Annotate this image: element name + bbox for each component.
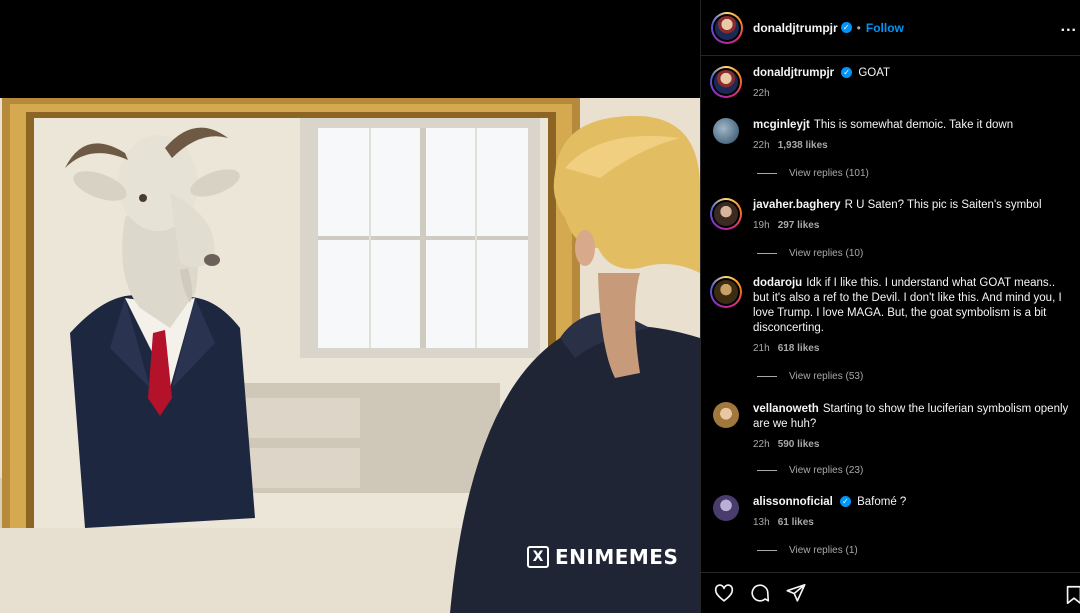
comment-time[interactable]: 21h bbox=[753, 343, 770, 354]
post-image-illustration bbox=[0, 98, 700, 613]
caption-text: GOAT bbox=[858, 67, 891, 79]
view-replies-button[interactable]: View replies (1) bbox=[757, 545, 858, 556]
verified-icon: ✓ bbox=[839, 496, 851, 508]
comment-text: Bafomé ? bbox=[857, 496, 907, 508]
follow-button[interactable]: Follow bbox=[866, 21, 904, 35]
comment-likes[interactable]: 61 likes bbox=[778, 517, 814, 528]
share-icon[interactable] bbox=[785, 582, 807, 604]
comment-username[interactable]: vellanoweth bbox=[753, 403, 819, 415]
verified-icon: ✓ bbox=[840, 22, 852, 33]
comment-time[interactable]: 19h bbox=[753, 220, 770, 231]
replies-line bbox=[757, 470, 777, 471]
comment-username[interactable]: alissonnoficial bbox=[753, 496, 833, 508]
view-replies-button[interactable]: View replies (101) bbox=[757, 168, 869, 179]
comment-icon[interactable] bbox=[749, 582, 771, 604]
author-username[interactable]: donaldjtrumpjr bbox=[753, 21, 838, 35]
replies-line bbox=[757, 253, 777, 254]
post-caption: donaldjtrumpjr ✓ GOAT 22h bbox=[710, 66, 1073, 101]
comments-list[interactable]: donaldjtrumpjr ✓ GOAT 22h mcginleyjt This … bbox=[701, 56, 1080, 572]
comment-likes[interactable]: 297 likes bbox=[778, 220, 820, 231]
comment-username[interactable]: javaher.baghery bbox=[753, 199, 841, 211]
comment-likes[interactable]: 1,938 likes bbox=[778, 140, 828, 151]
watermark: X ENIMEMES bbox=[527, 545, 678, 569]
comment-username[interactable]: mcginleyjt bbox=[753, 119, 810, 131]
x-logo-icon: X bbox=[527, 546, 549, 568]
view-replies-label: View replies (10) bbox=[789, 248, 864, 259]
commenter-avatar[interactable] bbox=[710, 276, 742, 308]
post-header: donaldjtrumpjr ✓ • Follow ... bbox=[701, 0, 1080, 56]
caption-username[interactable]: donaldjtrumpjr bbox=[753, 67, 834, 79]
commenter-avatar[interactable] bbox=[713, 402, 739, 428]
caption-author-avatar[interactable] bbox=[710, 66, 742, 98]
comment-item: alissonnoficial ✓ Bafomé ? 13h 61 likes bbox=[713, 495, 1073, 530]
commenter-avatar[interactable] bbox=[713, 118, 739, 144]
view-replies-label: View replies (53) bbox=[789, 371, 864, 382]
more-options-icon[interactable]: ... bbox=[1061, 18, 1077, 36]
comment-username[interactable]: dodaroju bbox=[753, 277, 802, 289]
heart-icon[interactable] bbox=[713, 582, 735, 604]
replies-line bbox=[757, 550, 777, 551]
view-replies-button[interactable]: View replies (10) bbox=[757, 248, 863, 259]
caption-time[interactable]: 22h bbox=[753, 88, 770, 99]
watermark-text: ENIMEMES bbox=[555, 545, 679, 569]
separator-dot: • bbox=[856, 20, 861, 35]
commenter-avatar[interactable] bbox=[710, 198, 742, 230]
author-avatar[interactable] bbox=[711, 11, 743, 44]
view-replies-label: View replies (1) bbox=[789, 545, 858, 556]
comment-text: This is somewhat demoic. Take it down bbox=[813, 119, 1014, 131]
comment-likes[interactable]: 618 likes bbox=[778, 343, 820, 354]
post-side-panel: donaldjtrumpjr ✓ • Follow ... donaldjtru… bbox=[700, 0, 1080, 613]
comment-item: vellanoweth Starting to show the luciferi… bbox=[713, 402, 1073, 452]
comment-text: R U Saten? This pic is Saiten's symbol bbox=[844, 199, 1042, 211]
comment-item: javaher.baghery R U Saten? This pic is Sa… bbox=[710, 198, 1073, 233]
verified-icon: ✓ bbox=[841, 67, 853, 79]
view-replies-button[interactable]: View replies (23) bbox=[757, 465, 863, 476]
view-replies-label: View replies (23) bbox=[789, 465, 864, 476]
comment-item: dodaroju Idk if I like this. I understand… bbox=[710, 276, 1073, 356]
view-replies-label: View replies (101) bbox=[789, 168, 869, 179]
post-image[interactable] bbox=[0, 98, 700, 613]
commenter-avatar[interactable] bbox=[713, 495, 739, 521]
comment-item: mcginleyjt This is somewhat demoic. Take … bbox=[713, 118, 1073, 153]
view-replies-button[interactable]: View replies (53) bbox=[757, 371, 863, 382]
comment-likes[interactable]: 590 likes bbox=[778, 439, 820, 450]
comment-time[interactable]: 13h bbox=[753, 517, 770, 528]
comment-time[interactable]: 22h bbox=[753, 439, 770, 450]
replies-line bbox=[757, 173, 777, 174]
comment-time[interactable]: 22h bbox=[753, 140, 770, 151]
post-media-area: X ENIMEMES bbox=[0, 0, 700, 613]
bookmark-icon[interactable] bbox=[1063, 584, 1080, 606]
post-actions-bar bbox=[701, 572, 1080, 613]
replies-line bbox=[757, 376, 777, 377]
